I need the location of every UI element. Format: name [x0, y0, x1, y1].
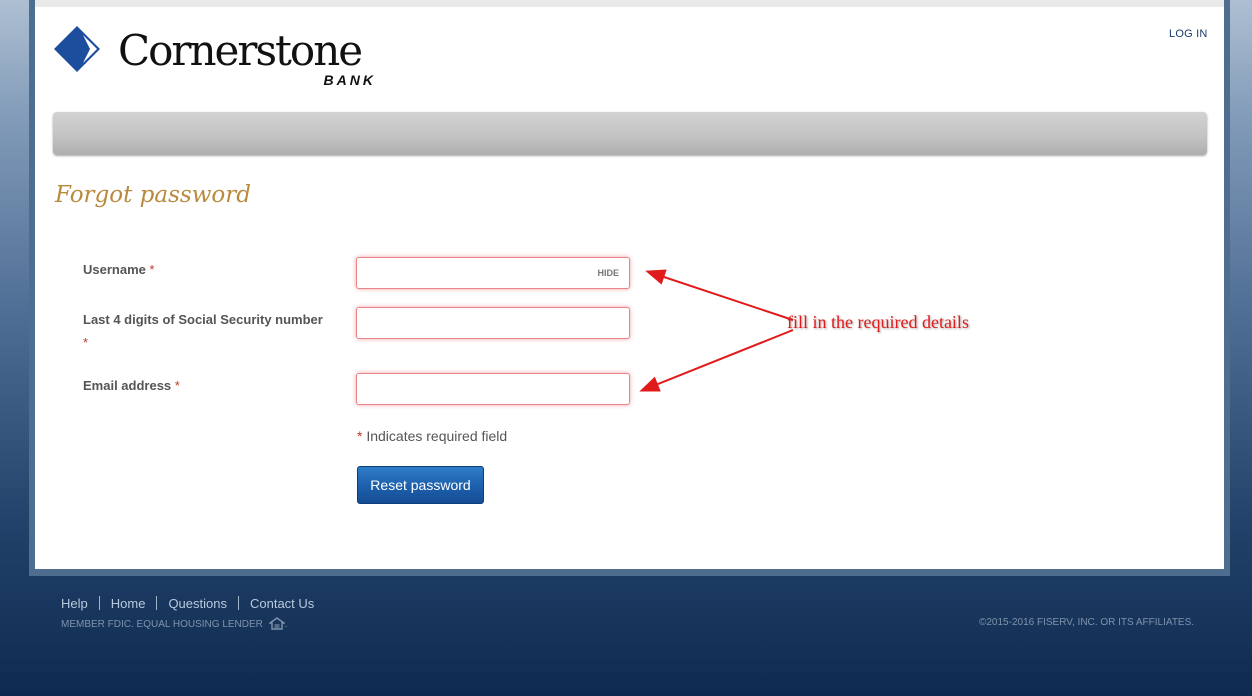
- footer-link-help[interactable]: Help: [61, 596, 88, 611]
- footer-link-questions[interactable]: Questions: [168, 596, 227, 611]
- brand-sub: BANK: [324, 72, 376, 88]
- username-field[interactable]: HIDE: [356, 257, 630, 289]
- page-frame: Cornerstone BANK LOG IN Forgot password …: [29, 0, 1230, 576]
- footer-separator: [237, 596, 239, 610]
- username-input[interactable]: [357, 258, 583, 286]
- arrow-to-username: [645, 269, 794, 321]
- email-label: Email address *: [83, 378, 180, 393]
- ssn-label: Last 4 digits of Social Security number …: [83, 312, 323, 350]
- logo-diamond-icon: Cornerstone BANK: [54, 26, 376, 88]
- email-input[interactable]: [357, 374, 583, 402]
- footer-link-contact[interactable]: Contact Us: [250, 596, 314, 611]
- equal-housing-icon: [268, 617, 285, 630]
- footer-separator: [98, 596, 100, 610]
- arrow-to-email: [639, 329, 794, 392]
- ssn-input[interactable]: [357, 308, 583, 336]
- username-label: Username *: [83, 262, 155, 277]
- cornerstone-logo[interactable]: Cornerstone BANK: [54, 26, 384, 88]
- required-mark: *: [174, 378, 180, 393]
- copyright-text: ©2015-2016 FISERV, INC. OR ITS AFFILIATE…: [979, 617, 1195, 628]
- member-fdic-text: MEMBER FDIC. EQUAL HOUSING LENDER .: [61, 617, 288, 630]
- ssn-field[interactable]: [356, 307, 630, 339]
- top-strip: [35, 0, 1224, 7]
- page-title: Forgot password: [55, 182, 251, 208]
- footer-separator: [156, 596, 158, 610]
- required-mark: *: [149, 262, 155, 277]
- required-mark: *: [83, 335, 89, 350]
- hide-toggle-button[interactable]: HIDE: [597, 268, 619, 278]
- annotation-text: fill in the required details: [787, 312, 969, 332]
- required-note: * Indicates required field: [357, 428, 508, 444]
- footer-link-home[interactable]: Home: [111, 596, 146, 611]
- brand-name: Cornerstone: [118, 26, 361, 75]
- email-field[interactable]: [356, 373, 630, 405]
- reset-password-button[interactable]: Reset password: [357, 466, 484, 504]
- footer-links: Help Home Questions Contact Us: [61, 596, 314, 611]
- login-link[interactable]: LOG IN: [1169, 28, 1208, 40]
- nav-bar: [53, 112, 1207, 155]
- content-panel: Cornerstone BANK LOG IN Forgot password …: [35, 0, 1224, 569]
